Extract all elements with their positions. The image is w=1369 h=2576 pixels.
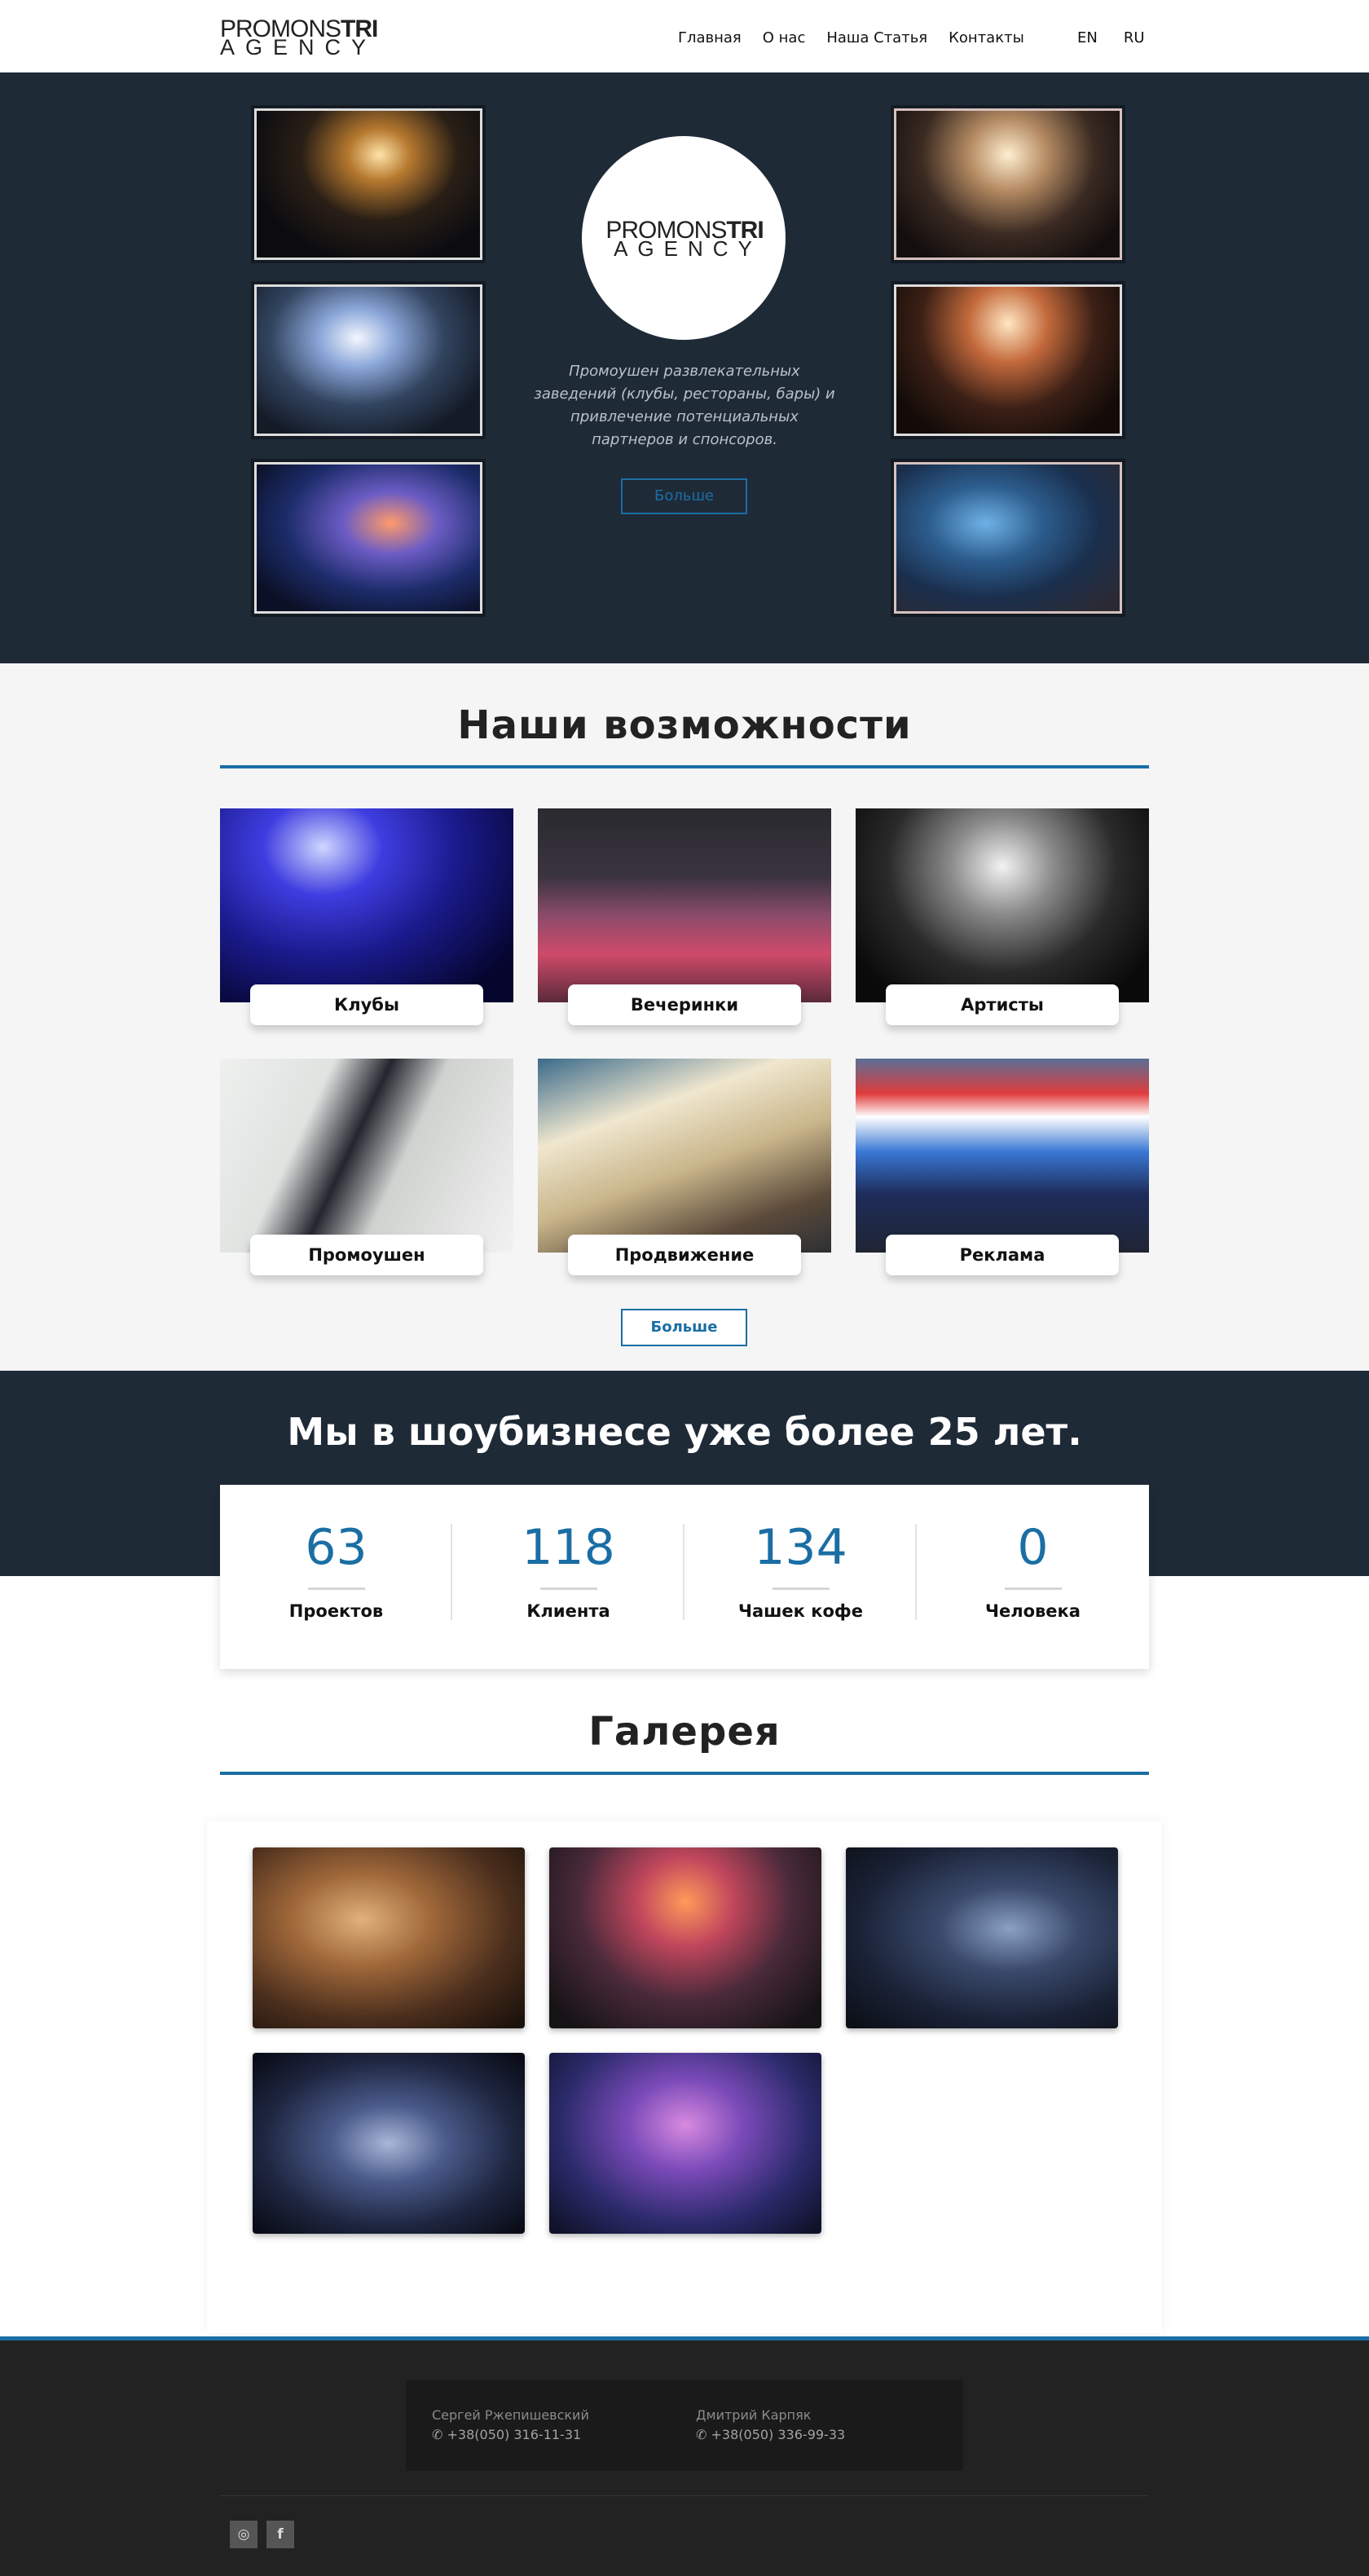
feature-image-parties bbox=[538, 808, 831, 1002]
gallery-photo-1[interactable] bbox=[253, 1847, 525, 2028]
feature-label: Промоушен bbox=[250, 1235, 483, 1275]
hero-photo-concert-4 bbox=[891, 105, 1125, 263]
gallery-title-underline bbox=[220, 1772, 1149, 1775]
nav-about[interactable]: О нас bbox=[763, 29, 806, 46]
site-logo[interactable]: PROMONSTRI AGENCY bbox=[220, 17, 440, 59]
feature-label: Артисты bbox=[886, 984, 1119, 1025]
feature-card-advancement[interactable]: Продвижение bbox=[538, 1059, 831, 1275]
stat-divider-bar bbox=[1004, 1587, 1062, 1590]
phone-icon: ✆ bbox=[696, 2427, 711, 2442]
feature-card-artists[interactable]: Артисты bbox=[856, 808, 1149, 1025]
stat-people: 0 Человека bbox=[917, 1485, 1149, 1669]
contact-name: Сергей Ржепишевский bbox=[432, 2407, 589, 2423]
stats-title: Мы в шоубизнесе уже более 25 лет. bbox=[287, 1410, 1082, 1454]
contact-phone-row[interactable]: ✆ +38(050) 316-11-31 bbox=[432, 2425, 589, 2445]
contact-phone: +38(050) 316-11-31 bbox=[447, 2427, 582, 2442]
nav-article[interactable]: Наша Статья bbox=[826, 29, 927, 46]
stat-clients: 118 Клиента bbox=[452, 1485, 684, 1669]
hero-logo-subtext: AGENCY bbox=[614, 236, 762, 261]
nav-contacts[interactable]: Контакты bbox=[949, 29, 1024, 46]
gallery-photo-2[interactable] bbox=[549, 1847, 821, 2028]
stat-label: Клиента bbox=[526, 1601, 610, 1621]
feature-label: Продвижение bbox=[568, 1235, 801, 1275]
stat-number: 134 bbox=[754, 1519, 847, 1576]
contact-person-2: Дмитрий Карпяк ✆ +38(050) 336-99-33 bbox=[696, 2406, 845, 2445]
footer-contacts: Сергей Ржепишевский ✆ +38(050) 316-11-31… bbox=[406, 2380, 963, 2471]
feature-card-promotion[interactable]: Промоушен bbox=[220, 1059, 513, 1275]
nav-home[interactable]: Главная bbox=[678, 29, 742, 46]
contact-name: Дмитрий Карпяк bbox=[696, 2407, 812, 2423]
language-switch: EN RU bbox=[1077, 29, 1145, 46]
feature-image-advertising bbox=[856, 1059, 1149, 1253]
feature-image-clubs bbox=[220, 808, 513, 1002]
stat-number: 118 bbox=[522, 1519, 615, 1576]
hero-description: Промоушен развлекательных заведений (клу… bbox=[534, 363, 835, 448]
hero-photo-concert-2 bbox=[251, 281, 486, 439]
gallery-photo-4[interactable] bbox=[253, 2053, 525, 2234]
hero-photo-concert-5 bbox=[891, 281, 1125, 439]
instagram-icon[interactable]: ◎ bbox=[230, 2521, 258, 2548]
gallery-container bbox=[207, 1821, 1162, 2333]
feature-label: Клубы bbox=[250, 984, 483, 1025]
lang-en[interactable]: EN bbox=[1077, 29, 1098, 46]
stat-coffee: 134 Чашек кофе bbox=[684, 1485, 917, 1669]
features-more-button[interactable]: Больше bbox=[621, 1309, 747, 1346]
stat-number: 63 bbox=[305, 1519, 368, 1576]
stat-number: 0 bbox=[1017, 1519, 1049, 1576]
facebook-icon[interactable]: f bbox=[266, 2521, 294, 2548]
feature-card-parties[interactable]: Вечеринки bbox=[538, 808, 831, 1025]
feature-image-promotion bbox=[220, 1059, 513, 1253]
stat-label: Проектов bbox=[288, 1601, 384, 1621]
gallery-title: Галерея bbox=[588, 1709, 781, 1755]
feature-card-advertising[interactable]: Реклама bbox=[856, 1059, 1149, 1275]
feature-label: Реклама bbox=[886, 1235, 1119, 1275]
features-title-underline bbox=[220, 765, 1149, 768]
stat-divider-bar bbox=[307, 1587, 365, 1590]
footer-divider bbox=[220, 2495, 1149, 2496]
feature-label: Вечеринки bbox=[568, 984, 801, 1025]
logo-subtext: AGENCY bbox=[220, 35, 377, 59]
main-nav: Главная О нас Наша Статья Контакты bbox=[678, 29, 1024, 46]
stat-projects: 63 Проектов bbox=[220, 1485, 452, 1669]
gallery-photo-5[interactable] bbox=[549, 2053, 821, 2234]
stats-panel: 63 Проектов 118 Клиента 134 Чашек кофе 0… bbox=[220, 1485, 1149, 1669]
hero-photo-concert-6 bbox=[891, 459, 1125, 617]
lang-ru[interactable]: RU bbox=[1124, 29, 1145, 46]
gallery-photo-3[interactable] bbox=[846, 1847, 1118, 2028]
contact-phone: +38(050) 336-99-33 bbox=[711, 2427, 846, 2442]
hero-photo-concert-1 bbox=[251, 105, 486, 263]
stat-label: Человека bbox=[985, 1601, 1081, 1621]
feature-card-clubs[interactable]: Клубы bbox=[220, 808, 513, 1025]
features-title: Наши возможности bbox=[457, 702, 912, 748]
stat-divider-bar bbox=[772, 1587, 830, 1590]
stat-label: Чашек кофе bbox=[737, 1601, 863, 1621]
hero-section: PROMONSTRI AGENCY Промоушен развлекатель… bbox=[0, 73, 1369, 663]
hero-photo-concert-3 bbox=[251, 459, 486, 617]
hero-more-button[interactable]: Больше bbox=[621, 478, 747, 514]
contact-phone-row[interactable]: ✆ +38(050) 336-99-33 bbox=[696, 2425, 845, 2445]
stat-divider-bar bbox=[539, 1587, 597, 1590]
feature-image-artists bbox=[856, 808, 1149, 1002]
site-header: PROMONSTRI AGENCY Главная О нас Наша Ста… bbox=[0, 0, 1369, 73]
contact-person-1: Сергей Ржепишевский ✆ +38(050) 316-11-31 bbox=[432, 2406, 589, 2445]
feature-image-advancement bbox=[538, 1059, 831, 1253]
hero-logo-circle: PROMONSTRI AGENCY bbox=[582, 136, 786, 340]
phone-icon: ✆ bbox=[432, 2427, 447, 2442]
